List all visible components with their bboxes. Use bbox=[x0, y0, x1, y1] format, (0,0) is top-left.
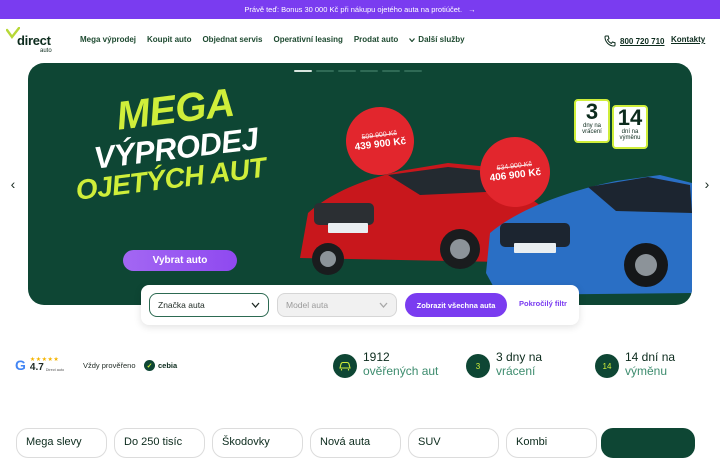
chevron-down-icon bbox=[409, 37, 416, 42]
cebia-word: cebia bbox=[158, 361, 178, 370]
category-suv[interactable]: SUV bbox=[408, 428, 499, 458]
menu-item-mega-vyprodej[interactable]: Mega výprodej bbox=[80, 35, 136, 44]
category-featured-card[interactable] bbox=[601, 428, 695, 458]
google-icon: G bbox=[15, 357, 26, 373]
exchange-days-badge: 14 dní na výměnu bbox=[612, 105, 648, 149]
menu-item-operativni-leasing[interactable]: Operativní leasing bbox=[273, 35, 342, 44]
model-select-label: Model auta bbox=[286, 300, 329, 310]
rating-value: 4.7 bbox=[29, 362, 44, 373]
main-menu: Mega výprodej Koupit auto Objednat servi… bbox=[80, 35, 465, 44]
menu-item-dalsi-sluzby[interactable]: Další služby bbox=[409, 35, 465, 44]
advanced-filter-link[interactable]: Pokročilý filtr bbox=[519, 299, 567, 308]
chevron-down-icon bbox=[379, 302, 388, 308]
verified-label: Vždy prověřeno bbox=[83, 361, 136, 370]
category-do-250-tisic[interactable]: Do 250 tisíc bbox=[114, 428, 205, 458]
rating-block: ★★★★★ 4.7 Direct auto bbox=[30, 357, 64, 373]
brand-select[interactable]: Značka auta bbox=[149, 293, 269, 317]
stat-label: výměnu bbox=[625, 363, 668, 378]
logo-word: direct bbox=[17, 33, 51, 48]
chevron-down-icon bbox=[251, 302, 260, 308]
phone-number: 800 720 710 bbox=[620, 36, 665, 46]
stat-value: 14 dní na bbox=[625, 350, 676, 364]
stat-label: ověřených aut bbox=[363, 363, 439, 378]
stat-label: vrácení bbox=[496, 363, 536, 378]
menu-item-label: Další služby bbox=[418, 35, 465, 44]
carousel-prev-icon[interactable]: ‹ bbox=[6, 176, 20, 192]
badge-number: 14 bbox=[617, 105, 643, 130]
stat-verified-cars: 1912 ověřených aut bbox=[333, 350, 439, 379]
menu-item-objednat-servis[interactable]: Objednat servis bbox=[202, 35, 262, 44]
stat-return-days: 3 3 dny na vrácení bbox=[466, 350, 543, 379]
badge-text: dny na vrácení bbox=[582, 123, 602, 135]
category-skodovky[interactable]: Škodovky bbox=[212, 428, 303, 458]
phone-link[interactable]: 800 720 710 bbox=[604, 35, 665, 47]
carousel-next-icon[interactable]: › bbox=[700, 176, 714, 192]
stat-value: 3 dny na bbox=[496, 350, 543, 364]
return-days-icon: 3 bbox=[466, 354, 490, 378]
search-filter: Značka auta Model auta Zobrazit všechna … bbox=[141, 285, 579, 325]
logo[interactable]: direct auto bbox=[6, 25, 58, 57]
car-icon bbox=[333, 354, 357, 378]
category-kombi[interactable]: Kombi bbox=[506, 428, 597, 458]
promo-text: Právě teď: Bonus 30 000 Kč při nákupu oj… bbox=[244, 5, 463, 14]
exchange-days-icon: 14 bbox=[595, 354, 619, 378]
badge-text: dní na výměnu bbox=[619, 129, 641, 141]
menu-item-prodat-auto[interactable]: Prodat auto bbox=[354, 35, 398, 44]
category-nova-auta[interactable]: Nová auta bbox=[310, 428, 401, 458]
menu-item-koupit-auto[interactable]: Koupit auto bbox=[147, 35, 191, 44]
show-all-cars-button[interactable]: Zobrazit všechna auta bbox=[405, 293, 507, 317]
stat-exchange-days: 14 14 dní na výměnu bbox=[595, 350, 676, 379]
contacts-link[interactable]: Kontakty bbox=[671, 35, 705, 44]
brand-select-label: Značka auta bbox=[158, 300, 205, 310]
category-mega-slevy[interactable]: Mega slevy bbox=[16, 428, 107, 458]
category-chips: Mega slevy Do 250 tisíc Škodovky Nová au… bbox=[16, 428, 597, 458]
model-select[interactable]: Model auta bbox=[277, 293, 397, 317]
phone-icon bbox=[604, 35, 616, 47]
rating-note: Direct auto bbox=[45, 368, 65, 373]
stat-value: 1912 bbox=[363, 350, 390, 364]
return-days-badge: 3 dny na vrácení bbox=[574, 99, 610, 143]
logo-sub: auto bbox=[40, 48, 52, 54]
google-rating[interactable]: G ★★★★★ 4.7 Direct auto bbox=[15, 357, 64, 373]
check-icon: ✓ bbox=[144, 360, 155, 371]
hero-banner[interactable]: MEGA VÝPRODEJ OJETÝCH AUT Vybrat auto 50… bbox=[28, 63, 692, 305]
arrow-right-icon: → bbox=[468, 5, 476, 14]
promo-bar[interactable]: Právě teď: Bonus 30 000 Kč při nákupu oj… bbox=[0, 0, 720, 19]
cebia-logo: ✓ cebia bbox=[144, 359, 177, 372]
badge-number: 3 bbox=[585, 99, 599, 124]
top-navigation: direct auto Mega výprodej Koupit auto Ob… bbox=[0, 19, 720, 63]
